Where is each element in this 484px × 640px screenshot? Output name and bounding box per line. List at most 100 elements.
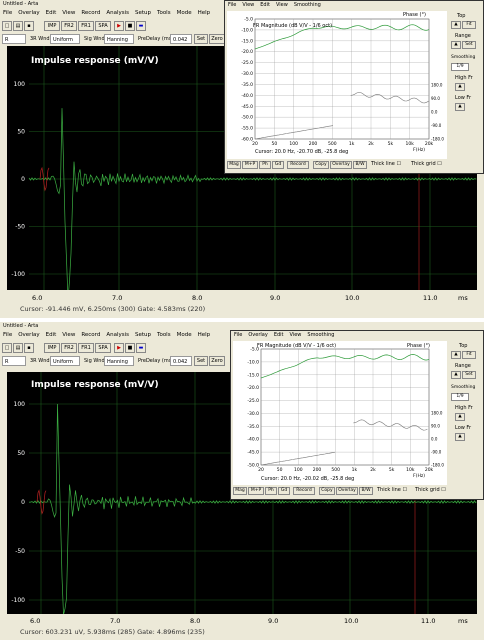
fr-menu-file[interactable]: File — [225, 1, 239, 9]
fr-high-fr-spin[interactable]: ▲ — [455, 413, 465, 421]
fr-mp-button[interactable]: M+P — [248, 487, 264, 495]
predelay-input[interactable]: 0.042 — [170, 34, 192, 44]
menu-edit[interactable]: Edit — [43, 9, 60, 17]
window-select[interactable]: Uniform — [50, 34, 80, 44]
fr-copy-button[interactable]: Copy — [313, 161, 329, 169]
menu-analysis[interactable]: Analysis — [103, 9, 132, 17]
fr-record-button[interactable]: Record — [293, 487, 315, 495]
fr-ph-button[interactable]: Ph — [265, 487, 277, 495]
channel-select[interactable]: R — [2, 356, 26, 366]
menu-help[interactable]: Help — [195, 9, 214, 17]
fr1-button[interactable]: FR1 — [78, 343, 94, 353]
fr-mag-button[interactable]: Mag — [233, 487, 247, 495]
menu-setup[interactable]: Setup — [132, 331, 154, 339]
fr-plot-area[interactable]: -5.0 -10.0 -15.0 -20.0 -25.0 -30.0 -35.0 -40.0-… — [227, 11, 447, 159]
predelay-input[interactable]: 0.042 — [170, 356, 192, 366]
stop-icon[interactable]: ■ — [125, 21, 135, 31]
fr-fit-button[interactable]: Fit — [462, 21, 476, 29]
fr-overlay-button[interactable]: Overlay — [330, 161, 352, 169]
open-icon[interactable]: ▤ — [13, 21, 23, 31]
save-icon[interactable]: ▪ — [24, 21, 34, 31]
fr-set-button[interactable]: Set — [462, 371, 476, 379]
fr2-button[interactable]: FR2 — [61, 343, 77, 353]
window-select[interactable]: Uniform — [50, 356, 80, 366]
menu-edit[interactable]: Edit — [43, 331, 60, 339]
fr-top-spin[interactable]: ▲ — [451, 351, 461, 359]
fr-record-button[interactable]: Record — [287, 161, 309, 169]
sig-wnd-select[interactable]: Hanning — [104, 356, 134, 366]
fr-menu-edit[interactable]: Edit — [257, 1, 273, 9]
fr-menu-smoothing[interactable]: Smoothing — [291, 1, 324, 9]
fr1-button[interactable]: FR1 — [78, 21, 94, 31]
menu-analysis[interactable]: Analysis — [103, 331, 132, 339]
fr-bw-button[interactable]: B/W — [353, 161, 367, 169]
save-icon[interactable]: ▪ — [24, 343, 34, 353]
settings-icon[interactable]: ▬ — [136, 343, 146, 353]
menu-tools[interactable]: Tools — [154, 9, 174, 17]
stop-icon[interactable]: ■ — [125, 343, 135, 353]
open-icon[interactable]: ▤ — [13, 343, 23, 353]
menu-view[interactable]: View — [59, 331, 78, 339]
x-tick: 8.0 — [190, 617, 201, 625]
new-icon[interactable]: □ — [2, 21, 12, 31]
fr-mp-button[interactable]: M+P — [242, 161, 258, 169]
fr-high-fr-spin[interactable]: ▲ — [455, 83, 465, 91]
fr-menu-view[interactable]: View — [287, 331, 305, 339]
fr-smoothing-select[interactable]: 1/9 — [451, 393, 469, 401]
fr-low-fr-spin[interactable]: ▲ — [455, 103, 465, 111]
menu-view[interactable]: View — [59, 9, 78, 17]
fr-overlay-button[interactable]: Overlay — [336, 487, 358, 495]
fr-plot-area[interactable]: -5.0 -10.0 -15.0 -20.0 -25.0 -30.0 -35.0 -40.0-… — [233, 341, 447, 485]
record-icon[interactable]: ▶ — [114, 343, 124, 353]
fr-menu-view[interactable]: View — [239, 1, 257, 9]
fr-gd-button[interactable]: Gd — [278, 487, 290, 495]
menu-mode[interactable]: Mode — [174, 9, 195, 17]
menu-tools[interactable]: Tools — [154, 331, 174, 339]
fr-mag-button[interactable]: Mag — [227, 161, 241, 169]
spa-button[interactable]: SPA — [95, 343, 111, 353]
menu-overlay[interactable]: Overlay — [15, 331, 42, 339]
zero-button[interactable]: Zero — [209, 356, 225, 366]
fr-smoothing-select[interactable]: 1/9 — [451, 63, 469, 71]
settings-icon[interactable]: ▬ — [136, 21, 146, 31]
fr-menu-overlay[interactable]: Overlay — [245, 331, 270, 339]
imp-button[interactable]: IMP — [44, 21, 60, 31]
fr-thick-grid-checkbox[interactable]: Thick grid ☐ — [411, 161, 442, 167]
menu-help[interactable]: Help — [195, 331, 214, 339]
fr-low-fr-spin[interactable]: ▲ — [455, 433, 465, 441]
fr-menu-edit[interactable]: Edit — [271, 331, 287, 339]
menu-record[interactable]: Record — [78, 331, 103, 339]
menu-file[interactable]: File — [0, 331, 15, 339]
fr-menu-view2[interactable]: View — [273, 1, 291, 9]
menu-record[interactable]: Record — [78, 9, 103, 17]
fr-ph-button[interactable]: Ph — [259, 161, 271, 169]
fr-menu-smoothing[interactable]: Smoothing — [304, 331, 337, 339]
menu-mode[interactable]: Mode — [174, 331, 195, 339]
fr-set-button[interactable]: Set — [462, 41, 476, 49]
set-button[interactable]: Set — [194, 34, 208, 44]
menu-setup[interactable]: Setup — [132, 9, 154, 17]
record-icon[interactable]: ▶ — [114, 21, 124, 31]
window-title: Untitled - Arta — [3, 1, 39, 7]
fr-fit-button[interactable]: Fit — [462, 351, 476, 359]
channel-select[interactable]: R — [2, 34, 26, 44]
menu-overlay[interactable]: Overlay — [15, 9, 42, 17]
fr-thick-line-checkbox[interactable]: Thick line ☐ — [377, 487, 407, 493]
fr-range-spin[interactable]: ▲ — [451, 371, 461, 379]
fr-bw-button[interactable]: B/W — [359, 487, 373, 495]
fr-copy-button[interactable]: Copy — [319, 487, 335, 495]
menu-file[interactable]: File — [0, 9, 15, 17]
set-button[interactable]: Set — [194, 356, 208, 366]
fr-range-spin[interactable]: ▲ — [451, 41, 461, 49]
fr-top-spin[interactable]: ▲ — [451, 21, 461, 29]
fr-thick-grid-checkbox[interactable]: Thick grid ☐ — [415, 487, 446, 493]
spa-button[interactable]: SPA — [95, 21, 111, 31]
new-icon[interactable]: □ — [2, 343, 12, 353]
zero-button[interactable]: Zero — [209, 34, 225, 44]
fr-thick-line-checkbox[interactable]: Thick line ☐ — [371, 161, 401, 167]
sig-wnd-select[interactable]: Hanning — [104, 34, 134, 44]
fr2-button[interactable]: FR2 — [61, 21, 77, 31]
fr-menu-file[interactable]: File — [231, 331, 245, 339]
fr-gd-button[interactable]: Gd — [272, 161, 284, 169]
imp-button[interactable]: IMP — [44, 343, 60, 353]
